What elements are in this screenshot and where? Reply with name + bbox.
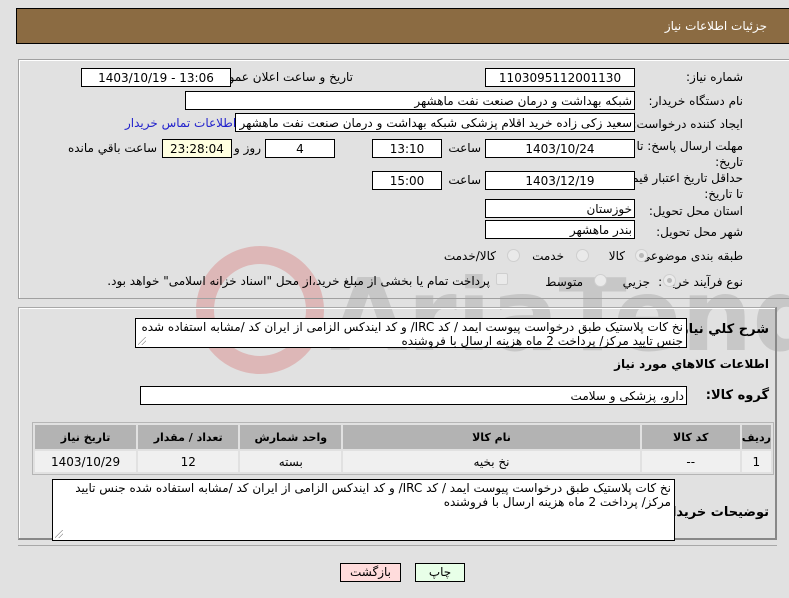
col-qty: تعداد / مقدار — [138, 425, 239, 449]
cell-row: 1 — [741, 451, 771, 472]
price-validity-time-label: ساعت — [448, 173, 481, 187]
remaining-days: 4 — [265, 139, 335, 158]
description-text: نخ کات پلاستيک طبق درخواست پيوست ايمد / … — [141, 320, 683, 348]
buyer-notes-textarea[interactable]: نخ کات پلاستيک طبق درخواست پيوست ايمد / … — [52, 479, 675, 541]
purchase-type-radio-minor[interactable] — [663, 274, 676, 287]
days-label: روز و — [234, 141, 261, 155]
treasury-checkbox[interactable] — [496, 273, 508, 285]
back-button[interactable]: بازگشت — [340, 563, 401, 582]
category-option-goods-service: کالا/خدمت — [443, 249, 496, 263]
category-option-service: خدمت — [532, 249, 564, 263]
province-label: استان محل تحويل: — [648, 204, 743, 218]
table-row: 1 -- نخ بخيه بسته 12 1403/10/29 — [35, 451, 771, 472]
table-header-row: رديف کد کالا نام کالا واحد شمارش تعداد /… — [35, 425, 771, 449]
category-label: طبقه بندی موضوعی: — [636, 249, 743, 263]
cell-qty: 12 — [138, 451, 239, 472]
city-field: بندر ماهشهر — [485, 220, 635, 239]
print-button[interactable]: چاپ — [415, 563, 465, 582]
goods-section-title: اطلاعات کالاهاي مورد نياز — [614, 357, 769, 371]
buyer-notes-label: توضيحات خريدار: — [659, 505, 769, 520]
cell-name: نخ بخيه — [343, 451, 640, 472]
col-date: تاريخ نياز — [35, 425, 137, 449]
divider — [18, 545, 777, 546]
resize-handle-icon[interactable] — [55, 530, 63, 538]
province-field: خوزستان — [485, 199, 635, 218]
category-option-goods: کالا — [608, 249, 625, 263]
city-label: شهر محل تحويل: — [656, 225, 743, 239]
category-radio-service[interactable] — [576, 249, 589, 262]
page-header: جزئيات اطلاعات نياز — [16, 8, 789, 44]
col-row: رديف — [741, 425, 771, 449]
buyer-notes-text: نخ کات پلاستيک طبق درخواست پيوست ايمد / … — [75, 481, 671, 509]
goods-group-field: دارو، پزشکی و سلامت — [140, 386, 687, 405]
description-textarea[interactable]: نخ کات پلاستيک طبق درخواست پيوست ايمد / … — [135, 318, 687, 348]
col-name: نام کالا — [343, 425, 640, 449]
requester-label: ايجاد کننده درخواست: — [632, 117, 743, 131]
purchase-type-radio-medium[interactable] — [594, 274, 607, 287]
price-validity-time: 15:00 — [372, 171, 442, 190]
resize-handle-icon[interactable] — [138, 337, 146, 345]
remaining-time-label: ساعت باقي مانده — [67, 141, 157, 155]
goods-group-label: گروه کالا: — [705, 388, 769, 403]
goods-table: رديف کد کالا نام کالا واحد شمارش تعداد /… — [32, 422, 774, 475]
category-radio-goods-service[interactable] — [507, 249, 520, 262]
buyer-org-field: شبکه بهداشت و درمان صنعت نفت ماهشهر — [185, 91, 635, 110]
description-label: شرح کلي نياز: — [675, 322, 769, 337]
cell-code: -- — [641, 451, 740, 472]
category-radio-goods[interactable] — [635, 249, 648, 262]
buyer-contact-link[interactable]: اطلاعات تماس خريدار — [125, 116, 236, 130]
buyer-org-label: نام دستگاه خريدار: — [648, 94, 744, 108]
treasury-note: پرداخت تمام يا بخشی از مبلغ خريد،از محل … — [107, 274, 490, 288]
price-validity-date: 1403/12/19 — [485, 171, 635, 190]
remaining-time: 23:28:04 — [162, 139, 232, 158]
announce-datetime-field: 1403/10/19 - 13:06 — [81, 68, 231, 87]
purchase-type-option-minor: جزيي — [622, 275, 650, 289]
col-unit: واحد شمارش — [240, 425, 342, 449]
purchase-type-option-medium: متوسط — [545, 275, 583, 289]
cell-date: 1403/10/29 — [35, 451, 137, 472]
reply-deadline-time-label: ساعت — [448, 141, 481, 155]
col-code: کد کالا — [641, 425, 740, 449]
need-number-label: شماره نياز: — [686, 70, 743, 84]
reply-deadline-date: 1403/10/24 — [485, 139, 635, 158]
reply-deadline-time: 13:10 — [372, 139, 442, 158]
requester-field: سعيد زکی زاده خريد اقلام پزشکی شبکه بهدا… — [235, 113, 635, 132]
page-title: جزئيات اطلاعات نياز — [664, 19, 767, 33]
need-number-field: 1103095112001130 — [485, 68, 635, 87]
cell-unit: بسته — [240, 451, 342, 472]
